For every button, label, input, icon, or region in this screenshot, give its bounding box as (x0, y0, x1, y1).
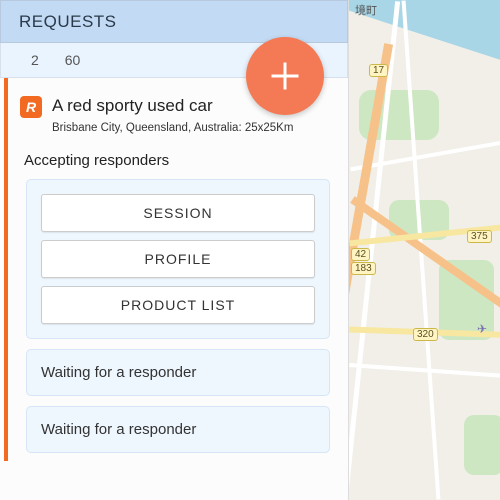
app-root: REQUESTS 2 60 R A red sporty used car Br… (0, 0, 500, 500)
route-shield: 183 (351, 262, 376, 275)
map-view[interactable]: 境町 17 375 42 183 320 ✈ (349, 0, 500, 500)
left-panel: REQUESTS 2 60 R A red sporty used car Br… (0, 0, 349, 500)
session-button[interactable]: SESSION (41, 194, 315, 232)
responders-label: Accepting responders (24, 152, 336, 169)
map-town-label: 境町 (355, 2, 377, 18)
add-request-button[interactable] (246, 37, 324, 115)
waiting-slot[interactable]: Waiting for a responder (26, 349, 330, 396)
plus-icon (267, 58, 303, 94)
map-park (464, 415, 500, 475)
responder-buttons: SESSION PROFILE PRODUCT LIST (26, 179, 330, 339)
header-title: REQUESTS (19, 12, 331, 32)
requests-header: REQUESTS (0, 0, 348, 43)
airport-icon: ✈ (477, 322, 487, 336)
stat-a: 2 (31, 52, 39, 68)
product-list-button[interactable]: PRODUCT LIST (41, 286, 315, 324)
profile-button[interactable]: PROFILE (41, 240, 315, 278)
request-subtitle: Brisbane City, Queensland, Australia: 25… (52, 122, 293, 134)
route-shield: 17 (369, 64, 388, 77)
request-card: R A red sporty used car Brisbane City, Q… (4, 78, 348, 461)
route-shield: 42 (351, 248, 370, 261)
request-icon: R (20, 96, 42, 118)
stat-b: 60 (65, 52, 81, 68)
route-shield: 320 (413, 328, 438, 341)
waiting-slot[interactable]: Waiting for a responder (26, 406, 330, 453)
route-shield: 375 (467, 230, 492, 243)
